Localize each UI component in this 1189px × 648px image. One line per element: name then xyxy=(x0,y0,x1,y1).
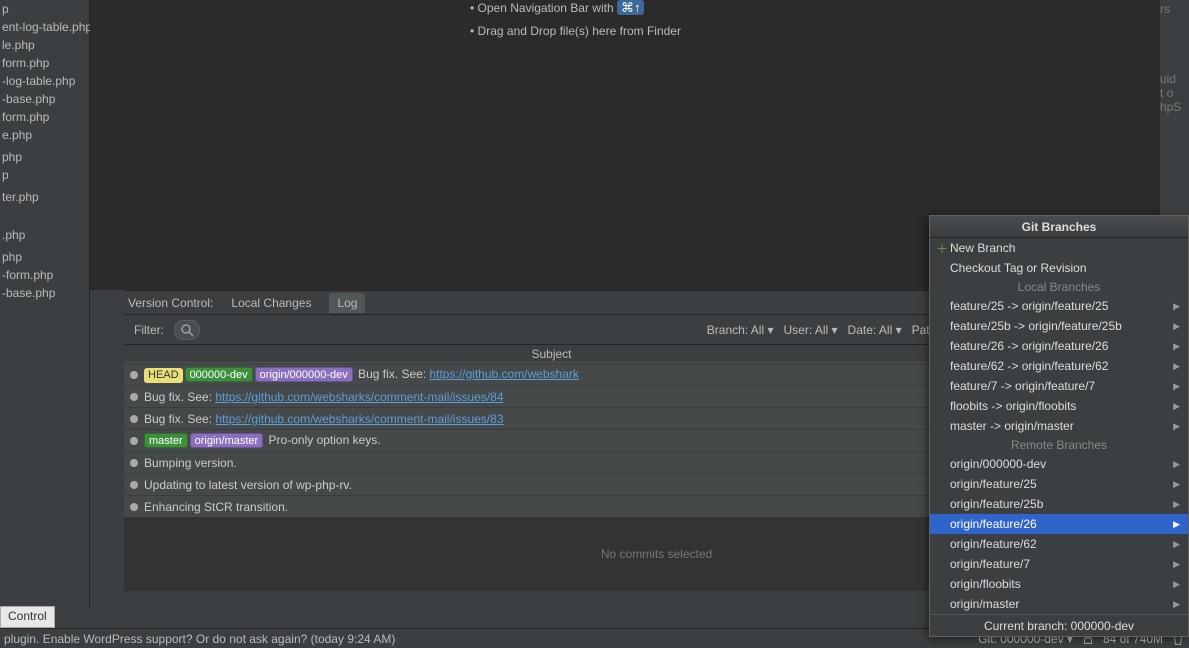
branch-tag: origin/master xyxy=(190,433,264,448)
current-branch-footer: Current branch: 000000-dev xyxy=(930,614,1188,636)
commit-subject: Bug fix. See: https://github.com/webshar… xyxy=(144,390,979,404)
search-icon xyxy=(179,322,195,338)
submenu-arrow-icon: ▶ xyxy=(1173,321,1180,332)
file-item[interactable]: -form.php xyxy=(0,266,89,284)
submenu-arrow-icon: ▶ xyxy=(1173,361,1180,372)
right-gutter: rs uid t o hpS xyxy=(1159,0,1189,215)
submenu-arrow-icon: ▶ xyxy=(1173,499,1180,510)
file-item[interactable]: -base.php xyxy=(0,284,89,302)
submenu-arrow-icon: ▶ xyxy=(1173,599,1180,610)
graph-node-icon xyxy=(130,459,138,467)
remote-branch-item[interactable]: origin/floobits▶ xyxy=(930,574,1188,594)
submenu-arrow-icon: ▶ xyxy=(1173,381,1180,392)
hint-nav-bar: Open Navigation Bar with xyxy=(478,1,614,15)
remote-branch-item[interactable]: origin/master▶ xyxy=(930,594,1188,614)
file-item[interactable]: form.php xyxy=(0,54,89,72)
popup-title: Git Branches xyxy=(930,216,1188,238)
commit-subject: Updating to latest version of wp-php-rv. xyxy=(144,478,979,492)
branch-tag: HEAD xyxy=(144,368,183,383)
filter-date[interactable]: Date: All ▾ xyxy=(848,323,902,337)
vc-label: Version Control: xyxy=(128,296,213,310)
commit-link[interactable]: https://github.com/webshark xyxy=(429,367,578,381)
file-item[interactable]: .php xyxy=(0,226,89,244)
commit-link[interactable]: https://github.com/websharks/comment-mai… xyxy=(215,390,503,404)
submenu-arrow-icon: ▶ xyxy=(1173,539,1180,550)
local-branch-item[interactable]: floobits -> origin/floobits▶ xyxy=(930,396,1188,416)
file-item[interactable]: form.php xyxy=(0,108,89,126)
submenu-arrow-icon: ▶ xyxy=(1173,301,1180,312)
filter-branch[interactable]: Branch: All ▾ xyxy=(707,323,774,337)
file-item[interactable]: p xyxy=(0,166,89,184)
submenu-arrow-icon: ▶ xyxy=(1173,519,1180,530)
remote-branches-header: Remote Branches xyxy=(930,436,1188,454)
file-item[interactable]: ent-log-table.php xyxy=(0,18,89,36)
status-message: plugin. Enable WordPress support? Or do … xyxy=(4,632,978,646)
remote-branch-item[interactable]: origin/feature/25▶ xyxy=(930,474,1188,494)
remote-branch-item[interactable]: origin/000000-dev▶ xyxy=(930,454,1188,474)
local-branch-item[interactable]: feature/62 -> origin/feature/62▶ xyxy=(930,356,1188,376)
local-branch-item[interactable]: feature/25 -> origin/feature/25▶ xyxy=(930,296,1188,316)
remote-branch-item[interactable]: origin/feature/26▶ xyxy=(930,514,1188,534)
submenu-arrow-icon: ▶ xyxy=(1173,579,1180,590)
file-item[interactable]: php xyxy=(0,148,89,166)
graph-node-icon xyxy=(130,393,138,401)
tab-local-changes[interactable]: Local Changes xyxy=(223,293,319,313)
remote-branch-item[interactable]: origin/feature/7▶ xyxy=(930,554,1188,574)
submenu-arrow-icon: ▶ xyxy=(1173,341,1180,352)
local-branch-item[interactable]: feature/25b -> origin/feature/25b▶ xyxy=(930,316,1188,336)
git-branches-popup: Git Branches ＋ New Branch Checkout Tag o… xyxy=(929,215,1189,637)
commit-subject: Bug fix. See: https://github.com/webshar… xyxy=(144,412,979,426)
graph-node-icon xyxy=(130,415,138,423)
graph-node-icon xyxy=(130,503,138,511)
branch-tag: master xyxy=(144,433,188,448)
filter-search-input[interactable] xyxy=(174,320,200,340)
branch-tag: origin/000000-dev xyxy=(255,367,353,382)
hint-drag-drop: Drag and Drop file(s) here from Finder xyxy=(478,24,681,38)
commit-link[interactable]: https://github.com/websharks/comment-mai… xyxy=(215,412,503,426)
filter-label: Filter: xyxy=(134,323,164,337)
file-item[interactable]: -base.php xyxy=(0,90,89,108)
local-branch-item[interactable]: feature/7 -> origin/feature/7▶ xyxy=(930,376,1188,396)
commit-subject: HEAD000000-devorigin/000000-dev Bug fix.… xyxy=(144,367,979,383)
checkout-tag-item[interactable]: Checkout Tag or Revision xyxy=(930,258,1188,278)
local-branch-item[interactable]: master -> origin/master▶ xyxy=(930,416,1188,436)
file-item[interactable]: le.php xyxy=(0,36,89,54)
graph-node-icon xyxy=(130,371,138,379)
filter-user[interactable]: User: All ▾ xyxy=(784,323,838,337)
local-branch-item[interactable]: feature/26 -> origin/feature/26▶ xyxy=(930,336,1188,356)
remote-branch-item[interactable]: origin/feature/62▶ xyxy=(930,534,1188,554)
local-branches-header: Local Branches xyxy=(930,278,1188,296)
submenu-arrow-icon: ▶ xyxy=(1173,459,1180,470)
file-item[interactable]: p xyxy=(0,0,89,18)
commit-subject: Enhancing StCR transition. xyxy=(144,500,979,514)
file-item[interactable]: -log-table.php xyxy=(0,72,89,90)
submenu-arrow-icon: ▶ xyxy=(1173,401,1180,412)
file-item[interactable]: php xyxy=(0,248,89,266)
control-button[interactable]: Control xyxy=(0,606,55,628)
plus-icon: ＋ xyxy=(936,240,948,257)
branch-tag: 000000-dev xyxy=(185,367,253,382)
submenu-arrow-icon: ▶ xyxy=(1173,421,1180,432)
tab-log[interactable]: Log xyxy=(329,293,365,313)
editor-hints: • Open Navigation Bar with ⌘↑ • Drag and… xyxy=(470,0,681,46)
file-item[interactable]: ter.php xyxy=(0,188,89,206)
graph-node-icon xyxy=(130,481,138,489)
graph-node-icon xyxy=(130,437,138,445)
new-branch-item[interactable]: ＋ New Branch xyxy=(930,238,1188,258)
col-subject[interactable]: Subject xyxy=(124,347,979,361)
kbd-shortcut: ⌘↑ xyxy=(617,0,645,15)
remote-branch-item[interactable]: origin/feature/25b▶ xyxy=(930,494,1188,514)
submenu-arrow-icon: ▶ xyxy=(1173,559,1180,570)
file-item[interactable]: e.php xyxy=(0,126,89,144)
project-file-tree[interactable]: pent-log-table.phple.phpform.php-log-tab… xyxy=(0,0,90,608)
commit-subject: masterorigin/master Pro-only option keys… xyxy=(144,433,979,448)
commit-subject: Bumping version. xyxy=(144,456,979,470)
submenu-arrow-icon: ▶ xyxy=(1173,479,1180,490)
